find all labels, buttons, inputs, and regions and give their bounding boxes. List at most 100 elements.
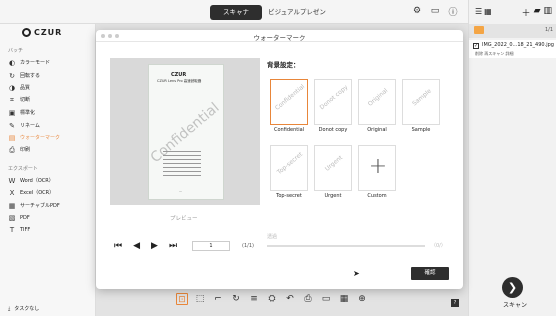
last-page-icon[interactable]: ⏭ — [169, 241, 177, 251]
watermark-option-urgent[interactable]: Urgent — [314, 145, 352, 191]
dialog-title: ウォーターマーク — [253, 34, 306, 42]
opacity-slider[interactable] — [267, 245, 425, 247]
top-icons: ⚙ ▭ ⓘ — [412, 6, 458, 18]
quality-icon: ◑ — [8, 83, 16, 92]
list-view-icon[interactable]: ☰ — [475, 7, 482, 16]
watermark-option-donot-copy[interactable]: Donot copy — [314, 79, 352, 125]
sidebar-item-color-mode[interactable]: ◐ カラーモード — [8, 58, 50, 67]
page-number-input[interactable]: 1 — [192, 241, 230, 251]
sidebar-item-searchable-pdf[interactable]: ▦ サーチャブルPDF — [8, 201, 60, 210]
export-section-title: エクスポート — [8, 166, 38, 172]
sidebar-item-watermark[interactable]: ▤ ウォーターマーク — [8, 133, 60, 142]
watermark-option-confidential[interactable]: Confidential — [270, 79, 308, 125]
file-count: 1/1 — [544, 27, 553, 33]
view-toggle: ☰ ▦ — [475, 7, 492, 16]
trash-icon[interactable]: ▥ — [543, 6, 552, 19]
settings-icon[interactable]: ⚙ — [412, 6, 422, 16]
page-total: (1/1) — [242, 243, 254, 249]
sidebar-item-quality[interactable]: ◑ 品質 — [8, 83, 30, 92]
file-item[interactable]: ✓ IMG_2022_0...18_21_490.jpg 削除 再スキャン 詳細 — [469, 40, 556, 58]
option-label: Custom — [367, 193, 387, 199]
grid-view-icon[interactable]: ▦ — [484, 7, 492, 16]
color-mode-icon: ◐ — [8, 58, 16, 67]
sidebar-item-rotate[interactable]: ↻ 回転する — [8, 71, 40, 80]
qr-icon[interactable]: ▦ — [338, 293, 350, 305]
download-icon: ⤓ — [8, 305, 11, 312]
preview-doc-footer: — — [179, 189, 182, 193]
sidebar-item-label: ウォーターマーク — [20, 135, 61, 141]
folder-icon[interactable] — [474, 26, 484, 34]
option-label: Donot copy — [318, 127, 348, 133]
pdf-icon: ▧ — [8, 213, 16, 222]
first-page-icon[interactable]: ⏮ — [114, 241, 122, 251]
next-page-icon[interactable]: ▶ — [151, 241, 158, 251]
opacity-label: 透過 — [267, 234, 278, 240]
color-icon[interactable]: ⛭ — [266, 293, 278, 305]
folder-icon[interactable]: ▰ — [534, 6, 541, 19]
file-checkbox[interactable]: ✓ — [473, 43, 479, 49]
sidebar-item-label: 品質 — [20, 85, 31, 91]
confirm-button[interactable]: 確認 — [411, 267, 449, 280]
tab-visual-presenter[interactable]: ビジュアルプレゼン — [262, 5, 332, 20]
page-navigation: ⏮ ◀ ▶ ⏭ — [114, 241, 177, 251]
preview-doc-title: CZUR Lens Pro 高速読取器 — [157, 79, 202, 83]
sidebar-item-pdf[interactable]: ▧ PDF — [8, 213, 30, 222]
file-actions[interactable]: 削除 再スキャン 詳細 — [475, 51, 514, 57]
word-icon: W — [8, 176, 16, 185]
select-icon[interactable]: ⊡ — [176, 293, 188, 305]
watermark-dialog: ウォーターマーク CZUR CZUR Lens Pro 高速読取器 — Conf… — [96, 30, 463, 289]
scan-button[interactable]: ❯ — [502, 277, 523, 298]
feedback-icon[interactable]: ▭ — [430, 6, 440, 16]
crop-icon[interactable]: ⌐ — [212, 293, 224, 305]
previous-page-icon[interactable]: ◀ — [133, 241, 140, 251]
sidebar-item-label: 標準化 — [20, 110, 36, 116]
option-label: Urgent — [324, 193, 342, 199]
sidebar-item-word[interactable]: W Word（OCR） — [8, 176, 54, 185]
help-button[interactable]: ? — [451, 299, 459, 307]
tab-scanner[interactable]: スキャナ — [210, 5, 262, 20]
rotate-icon: ↻ — [9, 71, 15, 80]
option-label: Confidential — [273, 127, 305, 133]
globe-icon[interactable]: ⊕ — [356, 293, 368, 305]
tile-watermark-text: Sample — [411, 87, 433, 108]
task-status-label: タスクなし — [14, 306, 40, 312]
ocr-icon[interactable]: ▭ — [320, 293, 332, 305]
bottom-toolbar: ⊡ ⬚ ⌐ ↻ ≡ ⛭ ↶ ⎙ ▭ ▦ ⊕ — [176, 293, 368, 305]
undo-icon[interactable]: ↶ — [284, 293, 296, 305]
tile-watermark-text: Original — [366, 87, 390, 108]
tile-watermark-text: Donot copy — [318, 83, 350, 112]
sidebar-item-label: Excel（OCR） — [20, 190, 55, 196]
excel-icon: X — [9, 188, 15, 197]
rotate-tool-icon[interactable]: ↻ — [230, 293, 242, 305]
sidebar-item-rename[interactable]: ✎ リネーム — [8, 121, 40, 130]
sidebar-item-standardize[interactable]: ▣ 標準化 — [8, 108, 35, 117]
print-icon: ⎙ — [9, 145, 15, 154]
watermark-option-custom[interactable]: + — [358, 145, 396, 191]
help-icon[interactable]: ⓘ — [448, 6, 458, 18]
file-list-header: 1/1 — [469, 24, 556, 38]
sidebar-item-label: カラーモード — [20, 60, 51, 66]
right-top-actions: ＋ ▰ ▥ — [522, 6, 552, 19]
sidebar-item-label: Word（OCR） — [20, 178, 54, 184]
sidebar: CZUR バッチ ◐ カラーモード ↻ 回転する ◑ 品質 ⌗ 切断 ▣ 標準化 ✎ リネー… — [0, 24, 96, 316]
sidebar-item-excel[interactable]: X Excel（OCR） — [8, 188, 55, 197]
brand-logo: CZUR — [22, 28, 62, 37]
logo-mark-icon — [22, 28, 31, 37]
file-name: IMG_2022_0...18_21_490.jpg — [482, 42, 554, 48]
watermark-option-original[interactable]: Original — [358, 79, 396, 125]
print-tool-icon[interactable]: ⎙ — [302, 293, 314, 305]
plus-icon: + — [368, 154, 388, 179]
tile-watermark-text: Urgent — [323, 154, 345, 173]
sidebar-item-print[interactable]: ⎙ 印刷 — [8, 145, 30, 154]
watermark-option-sample[interactable]: Sample — [402, 79, 440, 125]
standardize-icon: ▣ — [8, 108, 16, 117]
task-status[interactable]: ⤓ タスクなし — [8, 305, 40, 313]
adjust-icon[interactable]: ≡ — [248, 293, 260, 305]
tile-watermark-text: Top-secret — [275, 150, 305, 177]
sidebar-item-tiff[interactable]: T TIFF — [8, 225, 30, 234]
marquee-icon[interactable]: ⬚ — [194, 293, 206, 305]
add-icon[interactable]: ＋ — [522, 6, 531, 19]
sidebar-item-cut[interactable]: ⌗ 切断 — [8, 95, 30, 104]
watermark-option-top-secret[interactable]: Top-secret — [270, 145, 308, 191]
opacity-value: （0/） — [431, 243, 446, 249]
